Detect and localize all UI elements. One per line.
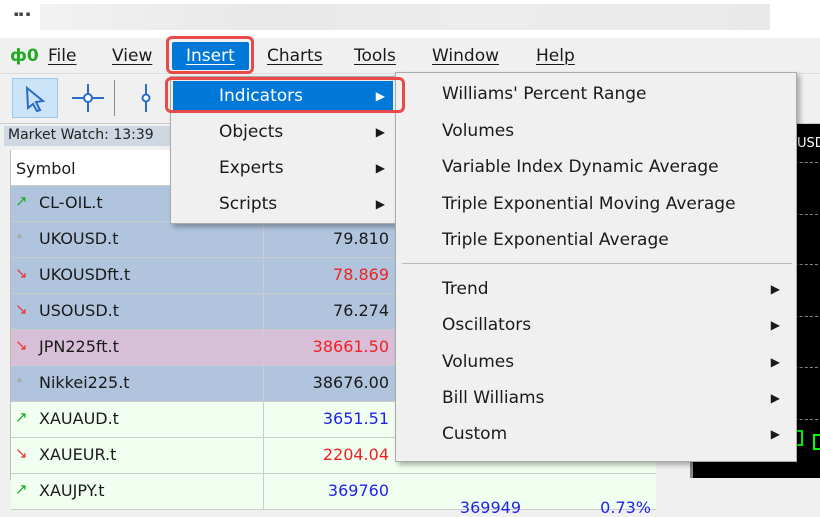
indicator-submenu-custom[interactable]: Custom ▶ [396, 419, 796, 453]
bid-cell: 78.869 [263, 258, 389, 294]
cursor-tool-button[interactable] [12, 78, 58, 118]
submenu-arrow-icon: ▶ [770, 390, 780, 405]
trend-up-icon: ↗ [15, 192, 28, 210]
menu-separator [402, 263, 792, 264]
change-cell: 0.73% [600, 498, 651, 517]
candle [813, 434, 820, 450]
market-watch-title: Market Watch: 13:39 [4, 126, 172, 146]
menu-bar: ф0 File View Insert Charts Tools Window … [0, 38, 820, 74]
symbol-cell: XAUAUD.t [39, 409, 119, 428]
callout-indicators [165, 77, 405, 113]
symbol-cell: UKOUSDft.t [39, 265, 131, 284]
submenu-arrow-icon: ▶ [770, 282, 780, 296]
submenu-arrow-icon: ▶ [375, 161, 385, 175]
bid-cell: 369760 [263, 474, 389, 510]
indicator-item[interactable]: Triple Exponential Moving Average [396, 189, 796, 223]
vertical-line-tool-button[interactable] [132, 78, 162, 118]
menu-item-label: Custom [442, 424, 508, 445]
crosshair-icon [72, 84, 104, 112]
candlestick-logo-icon: ф0 [10, 46, 39, 66]
vertical-line-icon [141, 84, 151, 112]
toolbar-divider [114, 80, 115, 116]
indicator-item[interactable]: Williams' Percent Range [396, 79, 796, 113]
submenu-arrow-icon: ▶ [770, 318, 780, 333]
app-icon: ▪▪ ▪ [14, 10, 31, 18]
table-row[interactable]: ↗ XAUJPY.t 369760 369949 0.73% [11, 474, 656, 517]
symbol-cell: XAUEUR.t [39, 445, 117, 464]
trend-down-icon: ↘ [15, 336, 28, 354]
bid-cell: 76.274 [263, 294, 389, 330]
cursor-arrow-icon [25, 85, 46, 113]
symbol-cell: UKOUSD.t [39, 229, 119, 248]
symbol-cell: XAUJPY.t [39, 481, 105, 500]
symbol-cell: Nikkei225.t [39, 373, 130, 392]
symbol-cell: JPN225ft.t [39, 337, 119, 356]
ask-cell: 369949 [459, 498, 521, 517]
menu-window[interactable]: Window [432, 46, 499, 66]
crosshair-tool-button[interactable] [66, 78, 110, 118]
menu-item-scripts[interactable]: Scripts ▶ [173, 189, 393, 221]
trend-down-icon: ↘ [15, 444, 28, 462]
menu-item-label: Volumes [442, 351, 515, 372]
indicator-item[interactable]: Variable Index Dynamic Average [396, 152, 796, 186]
menu-item-label: Objects [219, 122, 284, 142]
trend-down-icon: ↘ [15, 300, 28, 318]
callout-insert [166, 36, 254, 74]
submenu-arrow-icon: ▶ [375, 125, 385, 139]
menu-item-label: Trend [442, 279, 489, 299]
submenu-arrow-icon: ▶ [770, 354, 780, 369]
indicator-submenu-trend[interactable]: Trend ▶ [396, 274, 796, 308]
menu-charts[interactable]: Charts [267, 46, 323, 66]
menu-file[interactable]: File [48, 46, 76, 66]
menu-item-label: Scripts [219, 194, 278, 214]
indicator-submenu-volumes[interactable]: Volumes ▶ [396, 347, 796, 381]
submenu-arrow-icon: ▶ [375, 197, 385, 211]
bid-cell: 38661.50 [263, 330, 389, 366]
bid-cell: 38676.00 [263, 366, 389, 402]
symbol-cell: CL-OIL.t [39, 193, 103, 212]
menu-item-label: Oscillators [442, 315, 532, 336]
indicator-item[interactable]: Volumes [396, 116, 796, 150]
title-redacted [40, 4, 770, 30]
indicator-submenu-bill-williams[interactable]: Bill Williams ▶ [396, 383, 796, 417]
indicators-submenu: Williams' Percent Range Volumes Variable I… [395, 72, 797, 462]
trend-down-icon: ↘ [15, 264, 28, 282]
trend-up-icon: ↗ [15, 408, 28, 426]
trend-up-icon: ↗ [15, 480, 28, 498]
bid-cell: 3651.51 [263, 402, 389, 438]
menu-item-experts[interactable]: Experts ▶ [173, 153, 393, 185]
menu-help[interactable]: Help [536, 46, 575, 66]
bid-cell: 2204.04 [263, 438, 389, 474]
menu-item-objects[interactable]: Objects ▶ [173, 117, 393, 149]
bid-cell: 79.810 [263, 222, 389, 258]
chart-symbol-label: USD [797, 136, 820, 151]
title-bar: ▪▪ ▪ [0, 0, 820, 38]
menu-item-label: Bill Williams [442, 387, 545, 408]
menu-tools[interactable]: Tools [354, 46, 396, 66]
submenu-arrow-icon: ▶ [770, 427, 780, 442]
symbol-cell: USOUSD.t [39, 301, 120, 320]
indicator-submenu-oscillators[interactable]: Oscillators ▶ [396, 310, 796, 344]
trend-flat-icon: • [15, 228, 24, 246]
menu-item-label: Experts [219, 158, 284, 178]
trend-flat-icon: • [15, 372, 24, 390]
indicator-item[interactable]: Triple Exponential Average [396, 225, 796, 259]
menu-view[interactable]: View [112, 46, 152, 66]
